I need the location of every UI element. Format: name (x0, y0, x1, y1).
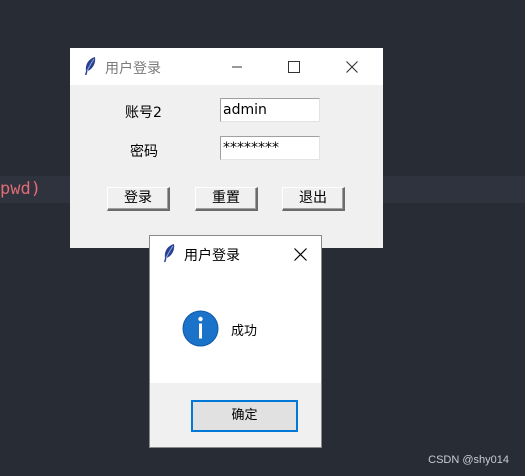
ok-button[interactable]: 确定 (191, 400, 298, 432)
message-text: 成功 (231, 324, 258, 339)
maximize-icon (288, 60, 300, 73)
minimize-icon (232, 66, 242, 67)
maximize-button[interactable] (271, 48, 317, 85)
close-icon (293, 247, 307, 261)
editor-code-text: pwd) (0, 179, 41, 199)
close-button[interactable] (329, 48, 375, 85)
close-icon (346, 60, 358, 73)
login-titlebar[interactable]: 用户登录 (70, 48, 383, 85)
info-icon (182, 310, 219, 347)
message-box-close-button[interactable] (277, 236, 323, 272)
feather-icon (85, 57, 96, 75)
feather-icon (164, 244, 175, 262)
password-label: 密码 (130, 144, 158, 160)
login-window: 用户登录 账号2 admin 密码 ******** 登录 重置 退出 (70, 48, 383, 248)
username-label: 账号2 (125, 105, 162, 121)
reset-button[interactable]: 重置 (195, 187, 258, 211)
message-box-title: 用户登录 (184, 248, 240, 264)
minimize-button[interactable] (214, 48, 260, 85)
login-button[interactable]: 登录 (107, 187, 170, 211)
login-window-title: 用户登录 (105, 61, 161, 77)
message-box: 用户登录 成功 确定 (149, 235, 322, 448)
message-box-titlebar[interactable]: 用户登录 (150, 236, 321, 272)
password-input[interactable]: ******** (220, 136, 320, 160)
username-input[interactable]: admin (220, 98, 320, 122)
quit-button[interactable]: 退出 (282, 187, 345, 211)
watermark: CSDN @shy014 (428, 454, 509, 466)
